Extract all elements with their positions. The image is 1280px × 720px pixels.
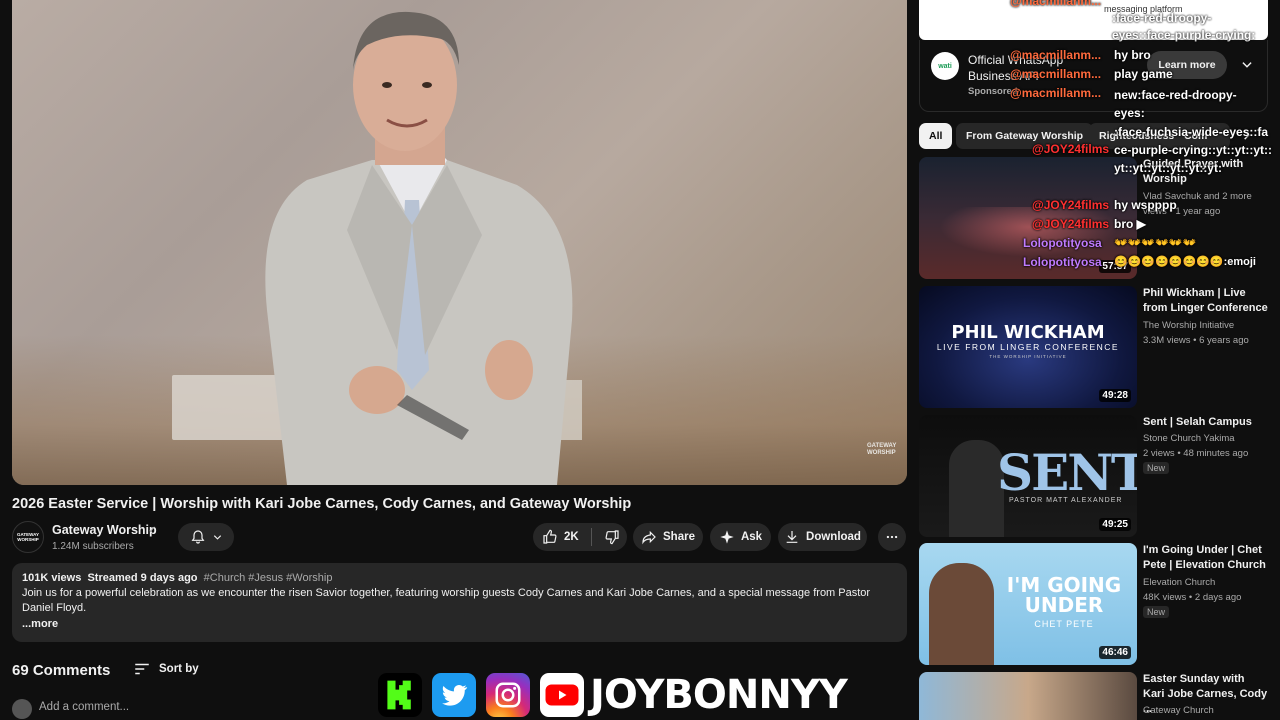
thumbnail-small-text: THE WORSHIP INITIATIVE [989, 354, 1067, 359]
comments-count: 69 Comments [12, 662, 111, 679]
ask-button[interactable]: Ask [710, 523, 771, 551]
add-comment-input[interactable]: Add a comment... [39, 701, 129, 713]
more-actions-button[interactable] [878, 523, 906, 551]
video-player[interactable]: GATEWAY WORSHIP [12, 0, 907, 485]
chat-username: @JOY24films [1032, 198, 1110, 212]
chevron-down-icon [213, 534, 221, 540]
chat-message: new:face-red-droopy-eyes: [1114, 88, 1237, 120]
recommended-channel: Stone Church Yakima [1143, 433, 1235, 444]
recommended-meta: 3.3M views • 6 years ago [1143, 335, 1249, 346]
recommended-thumbnail[interactable] [919, 672, 1137, 720]
streamer-name: JOYBONNYY [590, 672, 848, 718]
recommended-thumbnail[interactable]: PHIL WICKHAM LIVE FROM LINGER CONFERENCE… [919, 286, 1137, 408]
chat-message: 😊😊😊😊😊😊😊😊:emoji [1114, 256, 1256, 268]
thumbs-down-icon [605, 530, 619, 545]
chat-username: @macmillanm... [1010, 48, 1102, 62]
thumbs-up-icon [543, 529, 557, 544]
download-icon [786, 531, 798, 543]
show-more-link[interactable]: ...more [22, 617, 897, 632]
video-title: 2026 Easter Service | Worship with Kari … [12, 496, 632, 512]
user-avatar [12, 699, 32, 719]
video-duration: 49:25 [1099, 518, 1131, 531]
divider [590, 528, 592, 546]
thumbnail-title: I'M GOING UNDER [1006, 573, 1122, 617]
notification-bell-button[interactable] [178, 523, 234, 551]
sparkle-icon [720, 530, 734, 544]
chat-message: hy bro [1114, 48, 1151, 62]
recommended-channel: Elevation Church [1143, 577, 1216, 588]
description-meta: 101K views Streamed 9 days ago #Church #… [22, 571, 897, 586]
channel-name[interactable]: Gateway Worship [52, 523, 157, 537]
sort-by-button[interactable]: Sort by [133, 660, 199, 678]
view-count: 101K views [22, 572, 82, 584]
verified-badge-icon: ✓ [148, 525, 157, 536]
recommended-thumbnail[interactable]: I'M GOING UNDER CHET PETE 46:46 [919, 543, 1137, 665]
chat-username: @macmillanm... [1010, 67, 1102, 81]
recommended-title[interactable]: Phil Wickham | Live from Linger Conferen… [1143, 286, 1268, 316]
chat-message: hy wspppp [1114, 198, 1177, 212]
download-label: Download [806, 531, 861, 543]
recommended-meta: 2 views • 48 minutes ago [1143, 448, 1249, 459]
chat-username: @macmillanm... [1010, 0, 1102, 8]
video-duration: 46:46 [1099, 646, 1131, 659]
thumbnail-subtitle: PASTOR MATT ALEXANDER [1009, 497, 1123, 504]
like-dislike-group: 2K [533, 523, 627, 551]
video-duration: 49:28 [1099, 389, 1131, 402]
channel-avatar[interactable]: GATEWAY WORSHIP [12, 521, 44, 553]
thumbnail-title: SENT [997, 443, 1137, 502]
chevron-down-icon[interactable] [1240, 58, 1254, 75]
recommended-thumbnail[interactable]: SENT PASTOR MATT ALEXANDER 49:25 [919, 415, 1137, 537]
new-badge: New [1143, 606, 1170, 618]
streamed-date: Streamed 9 days ago [87, 572, 198, 584]
hashtags[interactable]: #Church #Jesus #Worship [204, 572, 333, 584]
recommended-channel: The Worship Initiative [1143, 320, 1235, 331]
ask-label: Ask [740, 531, 763, 543]
dislike-button[interactable] [604, 529, 620, 545]
sort-label: Sort by [159, 663, 199, 675]
chat-message: :face-fuchsia-wide-eyes::face-purple-cry… [1114, 125, 1272, 175]
subscriber-count: 1.24M subscribers [52, 541, 134, 552]
download-button[interactable]: Download [778, 523, 867, 551]
description-box[interactable]: 101K views Streamed 9 days ago #Church #… [12, 563, 907, 642]
chat-message: bro ▶ [1114, 217, 1146, 231]
recommended-channel: Gateway Church [1143, 705, 1214, 716]
instagram-icon [486, 673, 530, 717]
recommended-meta: 48K views • 2 days ago [1143, 592, 1242, 603]
chat-message: 👐👐👐👐👐👐 [1114, 237, 1197, 249]
youtube-icon [540, 673, 584, 717]
chat-username: @macmillanm... [1010, 86, 1102, 100]
recommended-title[interactable]: I'm Going Under | Chet Pete | Elevation … [1143, 543, 1268, 573]
kick-icon [378, 673, 422, 717]
chip-all[interactable]: All [919, 123, 953, 149]
thumbnail-title: PHIL WICKHAM [951, 322, 1105, 343]
chat-username: @JOY24films [1032, 217, 1110, 231]
bell-icon [191, 530, 204, 544]
chat-message: :face-red-droopy-eyes::face-purple-cryin… [1112, 11, 1256, 42]
share-label: Share [663, 531, 695, 543]
thumbnail-subtitle: LIVE FROM LINGER CONFERENCE [936, 342, 1120, 352]
sort-icon [135, 663, 149, 675]
new-badge: New [1143, 462, 1170, 474]
chat-username: @JOY24films [1032, 142, 1110, 156]
wati-logo: wati [931, 52, 959, 80]
speaker-figure [265, 11, 573, 485]
chat-username: Lolopotityosa [1023, 255, 1102, 269]
description-text: Join us for a powerful celebration as we… [22, 587, 871, 614]
like-count: 2K [564, 531, 579, 543]
more-horizontal-icon [886, 535, 898, 539]
thumbnail-subtitle: CHET PETE [1034, 619, 1094, 629]
chat-message: play game [1114, 67, 1173, 81]
share-button[interactable]: Share [633, 523, 703, 551]
chat-username: Lolopotityosa [1023, 236, 1102, 250]
twitter-icon [432, 673, 476, 717]
recommended-title[interactable]: Sent | Selah Campus [1143, 415, 1268, 430]
streamer-overlay: JOYBONNYY [378, 672, 848, 718]
share-icon [642, 530, 656, 545]
like-button[interactable]: 2K [542, 529, 579, 545]
channel-watermark: GATEWAY WORSHIP [867, 443, 897, 456]
